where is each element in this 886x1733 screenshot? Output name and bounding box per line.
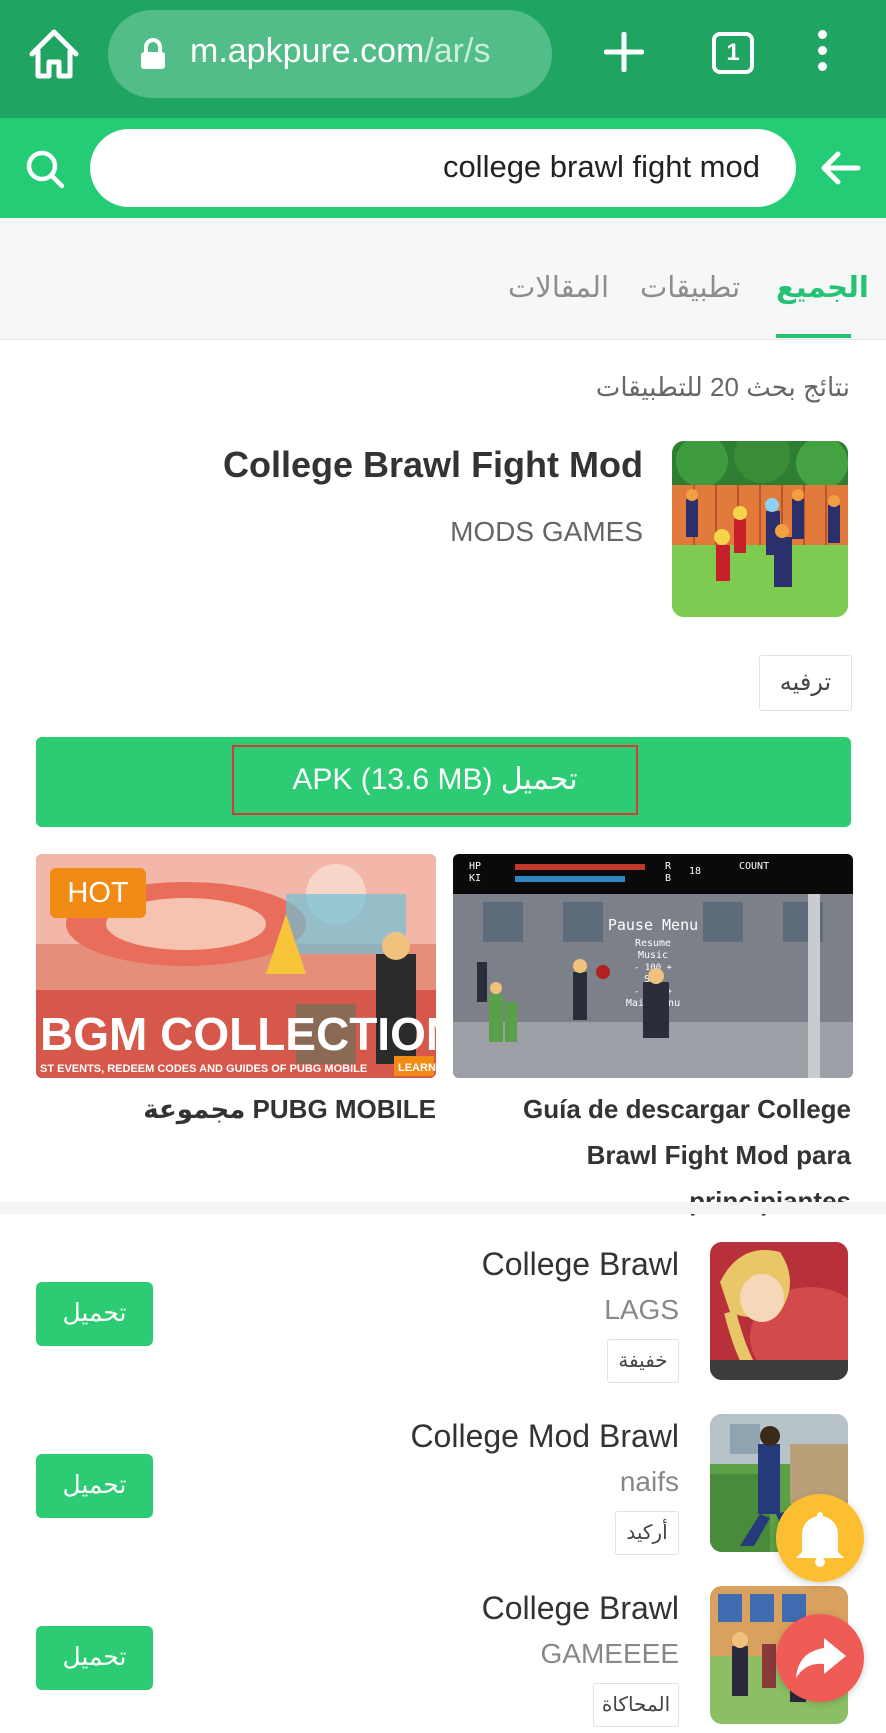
search-bar: college brawl fight mod xyxy=(0,118,886,218)
lock-icon xyxy=(141,38,165,69)
download-apk-label: APK (13.6 MB) تحميل xyxy=(232,745,638,815)
results-count: نتائج بحث 20 للتطبيقات xyxy=(595,372,850,402)
app-developer[interactable]: naifs xyxy=(620,1466,679,1498)
share-arrow-icon xyxy=(796,1638,846,1678)
search-icon[interactable] xyxy=(24,148,66,190)
download-apk-button[interactable]: APK (13.6 MB) تحميل xyxy=(36,737,851,827)
banner-subtext: ST EVENTS, REDEEM CODES AND GUIDES OF PU… xyxy=(40,1063,367,1075)
featured-app-icon[interactable] xyxy=(672,441,848,617)
hp-label: HP xyxy=(469,861,481,872)
count-label: COUNT xyxy=(739,861,769,872)
b-label: B xyxy=(665,873,671,884)
search-query: college brawl fight mod xyxy=(442,149,760,184)
num-label: 18 xyxy=(689,866,701,877)
notification-bell-button[interactable] xyxy=(776,1494,864,1582)
featured-app-developer[interactable]: MODS GAMES xyxy=(450,516,643,548)
article-title-pubg[interactable]: مجموعة PUBG MOBILE xyxy=(36,1086,436,1132)
share-button[interactable] xyxy=(776,1614,864,1702)
category-tag[interactable]: ترفيه xyxy=(759,655,852,711)
section-divider xyxy=(0,1202,886,1214)
app-developer[interactable]: LAGS xyxy=(604,1294,679,1326)
home-icon[interactable] xyxy=(28,26,80,82)
banner-learn: LEARN xyxy=(398,1062,436,1074)
resume-label: Resume xyxy=(635,938,671,949)
download-button[interactable]: تحميل xyxy=(36,1454,153,1518)
app-title[interactable]: College Brawl xyxy=(482,1590,679,1627)
back-arrow-icon[interactable] xyxy=(820,150,862,186)
game-screenshot-image: HP KI R B 18 COUNT Pause Menu Resume Mus… xyxy=(453,854,853,1078)
app-tag[interactable]: المحاكاة xyxy=(593,1683,679,1727)
tab-apps[interactable]: تطبيقات xyxy=(640,270,740,305)
url-text: m.apkpure.com/ar/s xyxy=(190,32,491,70)
tab-articles[interactable]: المقالات xyxy=(508,270,609,305)
pause-menu-label: Pause Menu xyxy=(608,916,698,934)
new-tab-icon[interactable] xyxy=(604,32,644,72)
app-tag[interactable]: أركيد xyxy=(615,1511,679,1555)
url-bar[interactable]: m.apkpure.com/ar/s xyxy=(108,10,552,98)
app-icon-college-brawl-lags[interactable] xyxy=(710,1242,848,1380)
browser-toolbar: m.apkpure.com/ar/s 1 xyxy=(0,0,886,118)
app-title[interactable]: College Mod Brawl xyxy=(410,1418,679,1455)
r-label: R xyxy=(665,861,672,872)
download-button[interactable]: تحميل xyxy=(36,1282,153,1346)
music-label: Music xyxy=(638,950,668,961)
bell-icon xyxy=(796,1512,844,1567)
download-button[interactable]: تحميل xyxy=(36,1626,153,1690)
article-card-pubg[interactable]: BGM COLLECTION ST EVENTS, REDEEM CODES A… xyxy=(36,854,436,1078)
ki-label: KI xyxy=(469,873,481,884)
app-tag[interactable]: خفيفة xyxy=(607,1339,679,1383)
app-title[interactable]: College Brawl xyxy=(482,1246,679,1283)
app-developer[interactable]: GAMEEEE xyxy=(541,1638,679,1670)
search-input[interactable]: college brawl fight mod xyxy=(90,129,796,207)
tab-all[interactable]: الجميع xyxy=(776,270,869,305)
active-tab-indicator xyxy=(776,334,851,338)
result-tabs: الجميع تطبيقات المقالات xyxy=(0,218,886,340)
hot-badge: HOT xyxy=(50,868,146,918)
featured-app-title[interactable]: College Brawl Fight Mod xyxy=(223,444,643,486)
overflow-menu-icon[interactable] xyxy=(812,30,832,80)
tab-switcher-button[interactable]: 1 xyxy=(712,32,754,74)
article-card-guide[interactable]: HP KI R B 18 COUNT Pause Menu Resume Mus… xyxy=(453,854,853,1078)
banner-text: BGM COLLECTION xyxy=(40,1008,436,1060)
